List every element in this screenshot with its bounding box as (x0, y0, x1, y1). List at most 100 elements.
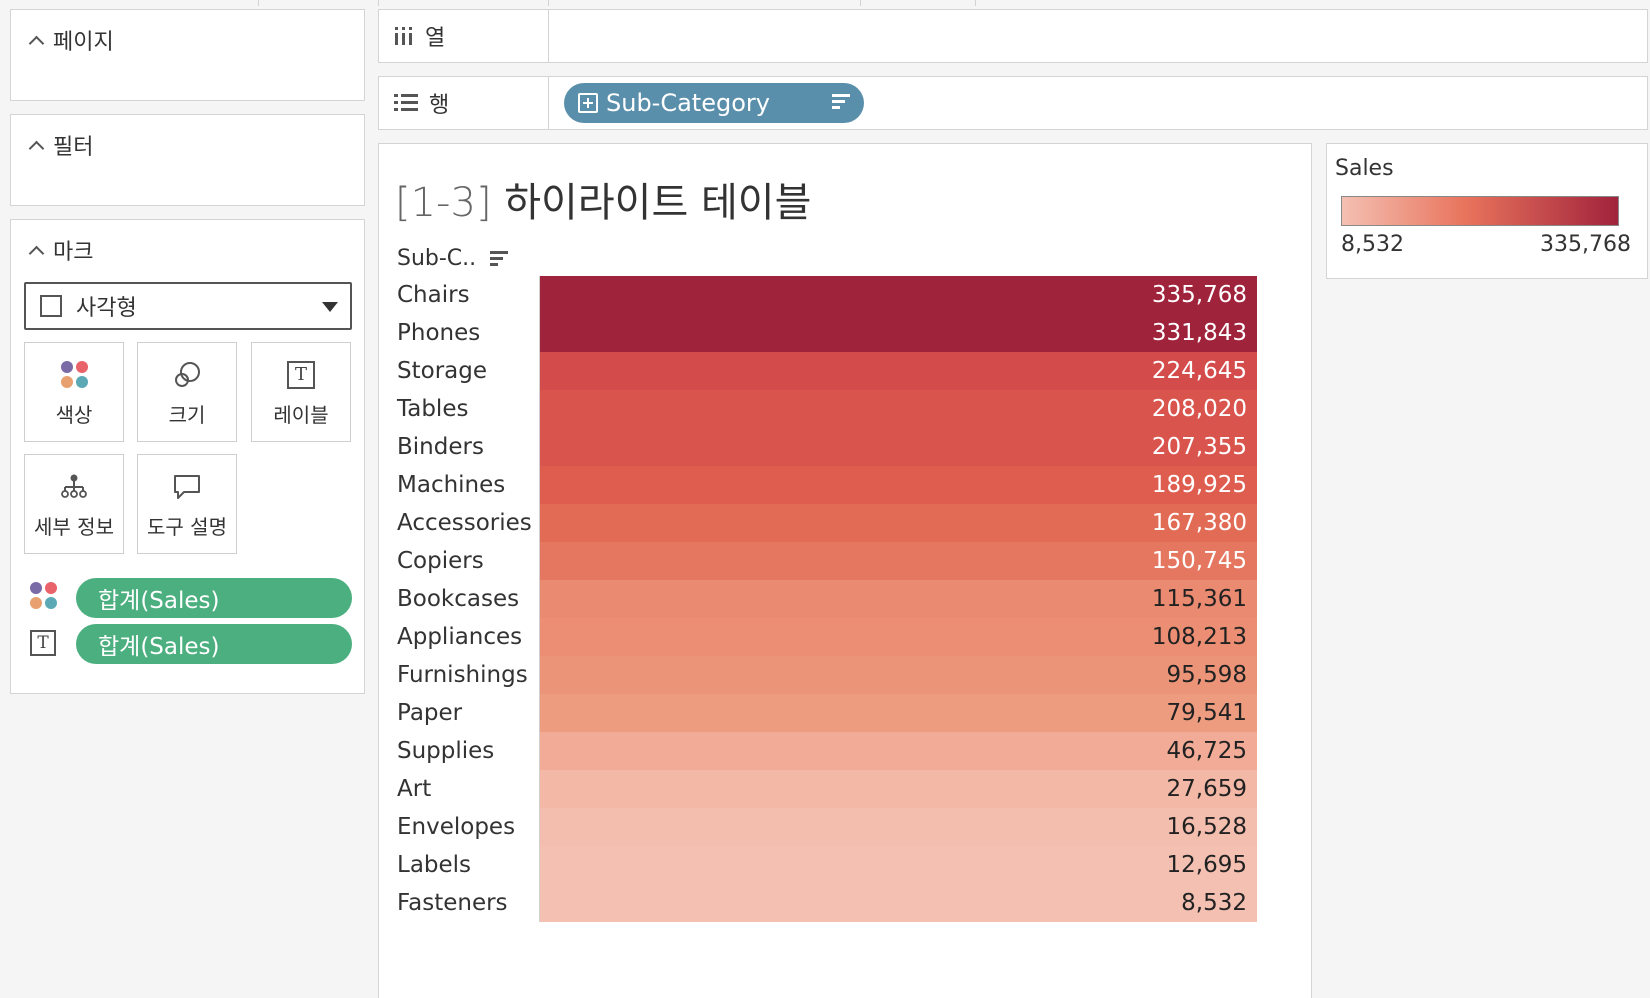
row-header: Chairs (397, 282, 470, 308)
label-field-pill[interactable]: 합계(Sales) (76, 624, 352, 664)
row-header: Phones (397, 320, 481, 346)
table-row[interactable]: Tables 208,020 (387, 390, 1257, 428)
row-divider (539, 466, 540, 504)
speech-bubble-icon (172, 469, 202, 505)
filters-panel-title: 필터 (53, 135, 94, 160)
row-divider (539, 694, 540, 732)
color-dots-icon (60, 357, 88, 393)
mark-type-dropdown[interactable]: 사각형 (24, 282, 352, 330)
table-row[interactable]: Appliances 108,213 (387, 618, 1257, 656)
legend-title: Sales (1335, 156, 1394, 181)
color-field-pill[interactable]: 합계(Sales) (76, 578, 352, 618)
filters-panel: 필터 (10, 114, 365, 206)
highlight-cell[interactable]: 207,355 (539, 428, 1257, 466)
table-row[interactable]: Art 27,659 (387, 770, 1257, 808)
rows-label: 행 (429, 93, 450, 118)
expand-plus-icon[interactable] (578, 93, 598, 113)
pages-panel-title: 페이지 (53, 30, 114, 55)
table-row[interactable]: Bookcases 115,361 (387, 580, 1257, 618)
table-row[interactable]: Machines 189,925 (387, 466, 1257, 504)
top-ruler (0, 0, 1650, 6)
row-header: Appliances (397, 624, 523, 650)
sub-category-pill[interactable]: Sub-Category (564, 83, 864, 123)
collapse-caret-icon[interactable] (25, 239, 47, 261)
highlight-cell[interactable]: 8,532 (539, 884, 1257, 922)
marks-panel-header[interactable]: 마크 (25, 234, 93, 266)
table-row[interactable]: Labels 12,695 (387, 846, 1257, 884)
table-row[interactable]: Envelopes 16,528 (387, 808, 1257, 846)
table-row[interactable]: Binders 207,355 (387, 428, 1257, 466)
highlight-cell[interactable]: 16,528 (539, 808, 1257, 846)
color-button[interactable]: 색상 (24, 342, 124, 442)
highlight-cell[interactable]: 335,768 (539, 276, 1257, 314)
highlight-cell[interactable]: 27,659 (539, 770, 1257, 808)
column-header-label: Sub-C.. (397, 246, 477, 271)
row-divider (539, 276, 540, 314)
row-divider (539, 390, 540, 428)
row-header: Binders (397, 434, 484, 460)
legend-gradient-bar (1341, 196, 1619, 226)
color-button-label: 색상 (55, 402, 93, 427)
detail-button-label: 세부 정보 (34, 514, 114, 539)
mark-type-value: 사각형 (76, 296, 137, 321)
highlight-table: Chairs 335,768 Phones 331,843 Storage 224,645… (387, 276, 1257, 922)
table-row[interactable]: Fasteners 8,532 (387, 884, 1257, 922)
highlight-cell[interactable]: 95,598 (539, 656, 1257, 694)
row-header: Labels (397, 852, 472, 878)
row-header: Envelopes (397, 814, 516, 840)
sort-descending-icon[interactable] (832, 94, 850, 109)
table-row[interactable]: Storage 224,645 (387, 352, 1257, 390)
columns-shelf[interactable]: 열 (378, 9, 1648, 63)
color-legend[interactable]: Sales 8,532 335,768 (1326, 143, 1648, 279)
sort-descending-icon[interactable] (490, 251, 509, 266)
row-header: Supplies (397, 738, 495, 764)
columns-shelf-label: 열 (379, 10, 549, 62)
rows-icon (394, 94, 418, 111)
columns-label: 열 (425, 26, 446, 51)
pages-panel-header[interactable]: 페이지 (25, 24, 114, 56)
row-header: Paper (397, 700, 463, 726)
table-row[interactable]: Chairs 335,768 (387, 276, 1257, 314)
row-header: Tables (397, 396, 469, 422)
table-row[interactable]: Supplies 46,725 (387, 732, 1257, 770)
square-mark-icon (40, 295, 62, 317)
highlight-cell[interactable]: 115,361 (539, 580, 1257, 618)
viz-sheet: [1-3] 하이라이트 테이블 Sub-C.. Chairs 335,768 Pho… (378, 143, 1312, 998)
highlight-cell[interactable]: 189,925 (539, 466, 1257, 504)
text-label-icon: T (30, 630, 56, 656)
label-button[interactable]: T 레이블 (251, 342, 351, 442)
ruler-tick (258, 0, 259, 6)
rows-shelf[interactable]: 행 Sub-Category (378, 76, 1648, 130)
detail-button[interactable]: 세부 정보 (24, 454, 124, 554)
highlight-cell[interactable]: 208,020 (539, 390, 1257, 428)
highlight-cell[interactable]: 79,541 (539, 694, 1257, 732)
table-row[interactable]: Furnishings 95,598 (387, 656, 1257, 694)
table-row[interactable]: Copiers 150,745 (387, 542, 1257, 580)
highlight-cell[interactable]: 12,695 (539, 846, 1257, 884)
highlight-cell[interactable]: 167,380 (539, 504, 1257, 542)
row-divider (539, 884, 540, 922)
table-row[interactable]: Paper 79,541 (387, 694, 1257, 732)
row-header: Art (397, 776, 432, 802)
highlight-cell[interactable]: 46,725 (539, 732, 1257, 770)
highlight-cell[interactable]: 224,645 (539, 352, 1257, 390)
tooltip-button[interactable]: 도구 설명 (137, 454, 237, 554)
pages-panel: 페이지 (10, 9, 365, 101)
table-row[interactable]: Phones 331,843 (387, 314, 1257, 352)
row-header: Copiers (397, 548, 484, 574)
sheet-title-bracket: [1-3] (395, 180, 492, 226)
size-circles-icon (172, 357, 202, 393)
text-label-icon: T (287, 357, 315, 393)
highlight-cell[interactable]: 150,745 (539, 542, 1257, 580)
size-button[interactable]: 크기 (137, 342, 237, 442)
collapse-caret-icon[interactable] (25, 29, 47, 51)
table-row[interactable]: Accessories 167,380 (387, 504, 1257, 542)
column-header[interactable]: Sub-C.. (397, 246, 509, 271)
row-divider (539, 504, 540, 542)
row-header: Machines (397, 472, 506, 498)
collapse-caret-icon[interactable] (25, 134, 47, 156)
highlight-cell[interactable]: 108,213 (539, 618, 1257, 656)
row-header: Accessories (397, 510, 532, 536)
highlight-cell[interactable]: 331,843 (539, 314, 1257, 352)
filters-panel-header[interactable]: 필터 (25, 129, 93, 161)
